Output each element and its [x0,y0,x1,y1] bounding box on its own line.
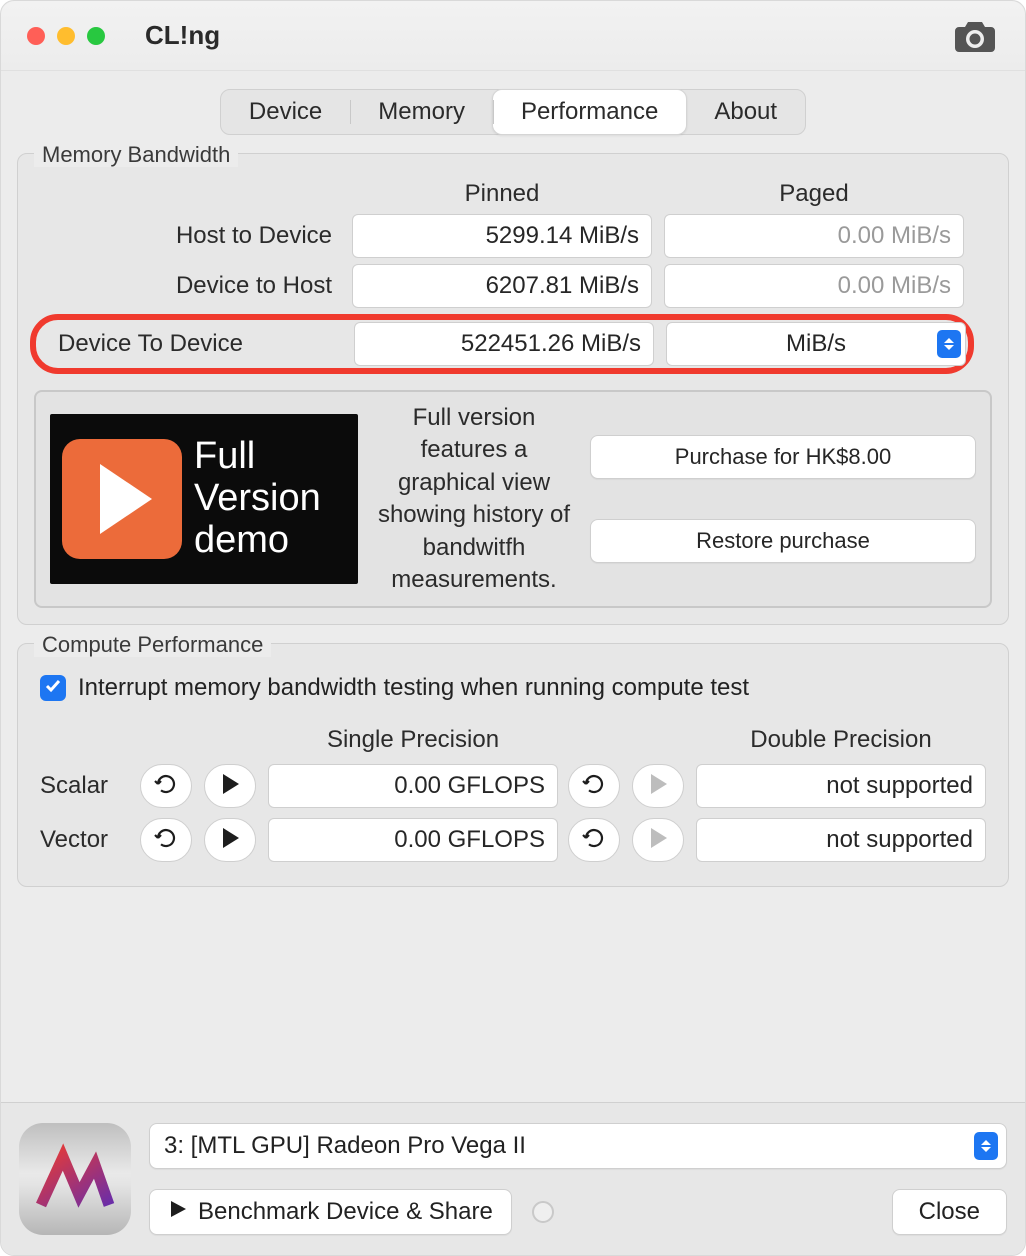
promo-img-line1: Full [194,436,321,478]
device-select[interactable]: 3: [MTL GPU] Radeon Pro Vega II [149,1123,1007,1169]
loop-icon [581,825,607,856]
play-icon [217,771,243,802]
dp-vector-loop-button[interactable] [568,818,620,862]
dp-vector-play-button[interactable] [632,818,684,862]
chevron-updown-icon [937,330,961,358]
promo-img-line3: demo [194,520,321,562]
double-precision-header: Double Precision [696,726,986,754]
close-button-label: Close [919,1198,980,1226]
screenshot-button[interactable] [951,12,999,60]
purchase-button[interactable]: Purchase for HK$8.00 [590,435,976,479]
h2d-pinned-value: 5299.14 MiB/s [352,214,652,258]
benchmark-button[interactable]: Benchmark Device & Share [149,1189,512,1235]
dp-vector-value: not supported [696,818,986,862]
scalar-row-label: Scalar [40,772,130,800]
check-icon [44,677,62,700]
sp-vector-play-button[interactable] [204,818,256,862]
tab-performance-label: Performance [521,98,658,126]
h2d-paged-value: 0.00 MiB/s [664,214,964,258]
compute-performance-panel: Compute Performance Interrupt memory ban… [17,643,1009,887]
play-tile-icon [62,439,182,559]
device-select-value: 3: [MTL GPU] Radeon Pro Vega II [164,1132,526,1160]
traffic-lights [27,27,105,45]
play-icon [217,825,243,856]
close-button[interactable]: Close [892,1189,1007,1235]
tab-performance[interactable]: Performance [492,89,687,135]
dp-scalar-loop-button[interactable] [568,764,620,808]
dp-scalar-value: not supported [696,764,986,808]
purchase-button-label: Purchase for HK$8.00 [675,444,891,470]
loop-icon [153,825,179,856]
d2d-highlight-row: Device To Device 522451.26 MiB/s MiB/s [30,314,974,374]
play-icon [645,825,671,856]
restore-button-label: Restore purchase [696,528,870,554]
promo-img-line2: Version [194,478,321,520]
row-d2d-label: Device To Device [42,330,342,358]
tab-device[interactable]: Device [221,90,350,134]
play-icon [168,1198,188,1226]
app-logo [19,1123,131,1235]
restore-purchase-button[interactable]: Restore purchase [590,519,976,563]
interrupt-checkbox[interactable] [40,675,66,701]
memory-bandwidth-panel: Memory Bandwidth Pinned Paged Host to De… [17,153,1009,625]
status-radio [532,1201,554,1223]
promo-box: Full Version demo Full version features … [34,390,992,608]
row-h2d-label: Host to Device [40,222,340,250]
row-d2h-label: Device to Host [40,272,340,300]
camera-icon [951,12,999,60]
memory-bandwidth-title: Memory Bandwidth [34,142,238,167]
loop-icon [581,771,607,802]
compute-performance-title: Compute Performance [34,632,271,657]
tab-memory[interactable]: Memory [350,90,493,134]
sp-vector-value: 0.00 GFLOPS [268,818,558,862]
sp-scalar-loop-button[interactable] [140,764,192,808]
single-precision-header: Single Precision [268,726,558,754]
minimize-window-icon[interactable] [57,27,75,45]
promo-image-text: Full Version demo [194,436,321,561]
d2h-paged-value: 0.00 MiB/s [664,264,964,308]
d2h-pinned-value: 6207.81 MiB/s [352,264,652,308]
loop-icon [153,771,179,802]
interrupt-checkbox-label: Interrupt memory bandwidth testing when … [78,674,749,702]
tab-about-label: About [714,98,777,126]
close-window-icon[interactable] [27,27,45,45]
window-title: CL!ng [145,20,220,51]
promo-image: Full Version demo [50,414,358,584]
tab-about[interactable]: About [686,90,805,134]
tab-bar: Device Memory Performance About [220,89,806,135]
d2d-paged-select[interactable]: MiB/s [666,322,966,366]
play-icon [645,771,671,802]
sp-scalar-play-button[interactable] [204,764,256,808]
d2d-paged-value: MiB/s [786,330,846,358]
footer: 3: [MTL GPU] Radeon Pro Vega II Benchmar… [1,1102,1025,1255]
chevron-updown-icon [974,1132,998,1160]
col-paged-header: Paged [664,180,964,208]
tab-device-label: Device [249,98,322,126]
vector-row-label: Vector [40,826,130,854]
zoom-window-icon[interactable] [87,27,105,45]
dp-scalar-play-button[interactable] [632,764,684,808]
col-pinned-header: Pinned [352,180,652,208]
titlebar: CL!ng [1,1,1025,71]
sp-vector-loop-button[interactable] [140,818,192,862]
tab-memory-label: Memory [378,98,465,126]
sp-scalar-value: 0.00 GFLOPS [268,764,558,808]
benchmark-button-label: Benchmark Device & Share [198,1198,493,1226]
app-window: CL!ng Device Memory Performance About Me… [0,0,1026,1256]
d2d-pinned-value: 522451.26 MiB/s [354,322,654,366]
promo-description: Full version features a graphical view s… [374,402,574,596]
